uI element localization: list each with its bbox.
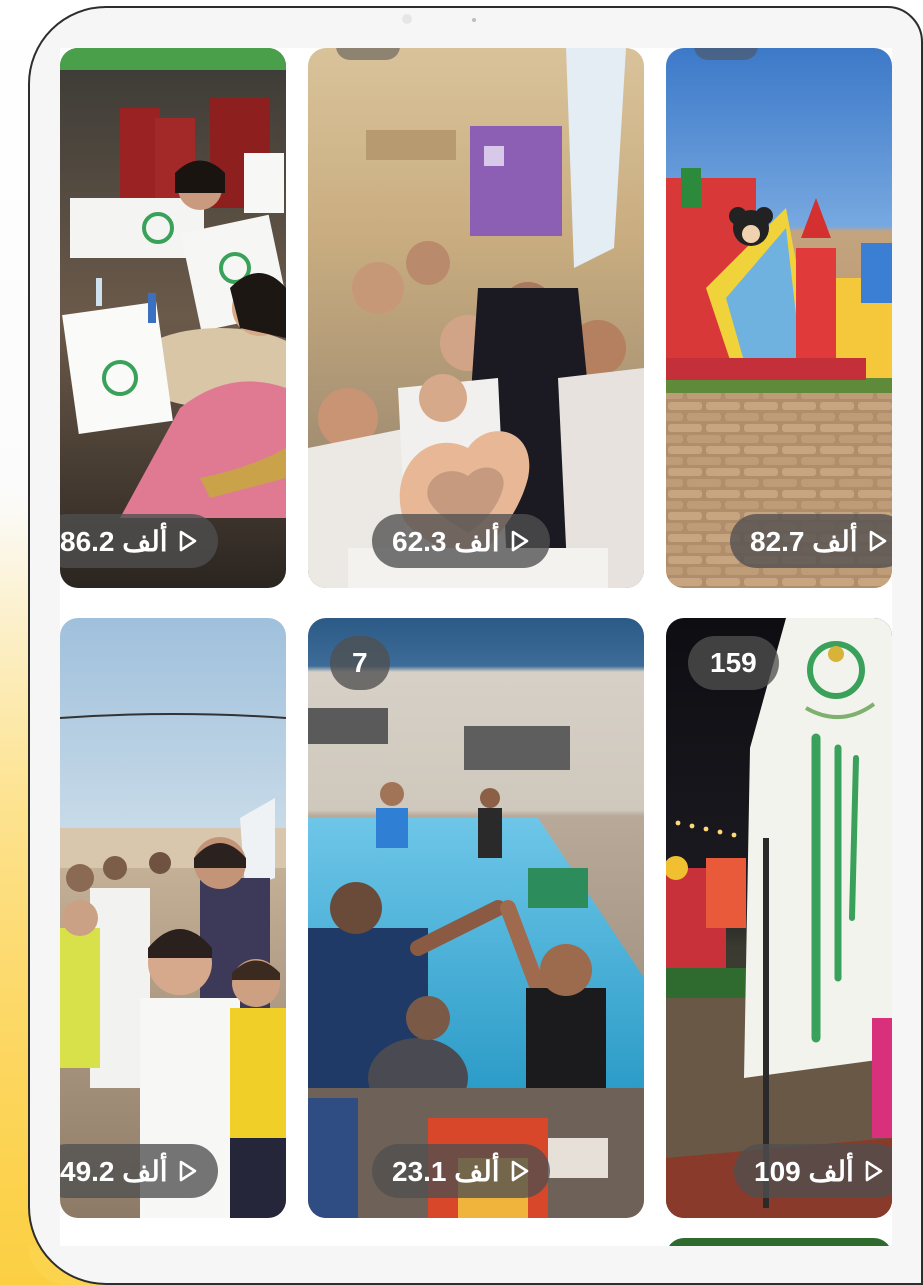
view-count-pill: 23.1 ألف [372, 1144, 550, 1198]
video-tile-1[interactable]: 86.2 ألف [60, 48, 286, 588]
tablet-frame: 86.2 ألف 62.3 ألف 82.7 ألف 49.2 ألف 7 23… [28, 6, 923, 1285]
video-thumbnail-2 [308, 48, 644, 588]
view-count-pill: 62.3 ألف [372, 514, 550, 568]
video-tile-4[interactable]: 49.2 ألف [60, 618, 286, 1218]
play-icon [178, 1160, 198, 1182]
view-count-label: 86.2 ألف [60, 525, 168, 557]
play-icon [510, 1160, 530, 1182]
view-count-label: 62.3 ألف [392, 525, 500, 557]
front-camera [402, 14, 412, 24]
video-thumbnail-5 [308, 618, 644, 1218]
item-count-badge: 159 [688, 636, 779, 690]
video-thumbnail-6 [666, 618, 892, 1218]
video-tile-2[interactable]: 62.3 ألف [308, 48, 644, 588]
play-icon [864, 1160, 884, 1182]
video-thumbnail-3 [666, 48, 892, 588]
video-grid[interactable]: 86.2 ألف 62.3 ألف 82.7 ألف 49.2 ألف 7 23… [60, 48, 892, 1246]
light-sensor [472, 18, 476, 22]
view-count-pill: 82.7 ألف [730, 514, 892, 568]
view-count-pill: 86.2 ألف [60, 514, 218, 568]
video-tile-3[interactable]: 82.7 ألف [666, 48, 892, 588]
item-count-label: 7 [352, 647, 368, 678]
view-count-label: 49.2 ألف [60, 1155, 168, 1187]
view-count-pill: 109 ألف [734, 1144, 892, 1198]
video-thumbnail-1 [60, 48, 286, 588]
play-icon [178, 530, 198, 552]
next-row-peek [666, 1238, 892, 1246]
view-count-pill: 49.2 ألف [60, 1144, 218, 1198]
view-count-label: 109 ألف [754, 1155, 854, 1187]
view-count-label: 82.7 ألف [750, 525, 858, 557]
top-count-stub [694, 48, 758, 60]
top-count-stub [336, 48, 400, 60]
play-icon [510, 530, 530, 552]
video-thumbnail-4 [60, 618, 286, 1218]
item-count-badge: 7 [330, 636, 390, 690]
view-count-label: 23.1 ألف [392, 1155, 500, 1187]
video-tile-6[interactable]: 159 109 ألف [666, 618, 892, 1218]
item-count-label: 159 [710, 647, 757, 678]
video-tile-5[interactable]: 7 23.1 ألف [308, 618, 644, 1218]
play-icon [868, 530, 888, 552]
